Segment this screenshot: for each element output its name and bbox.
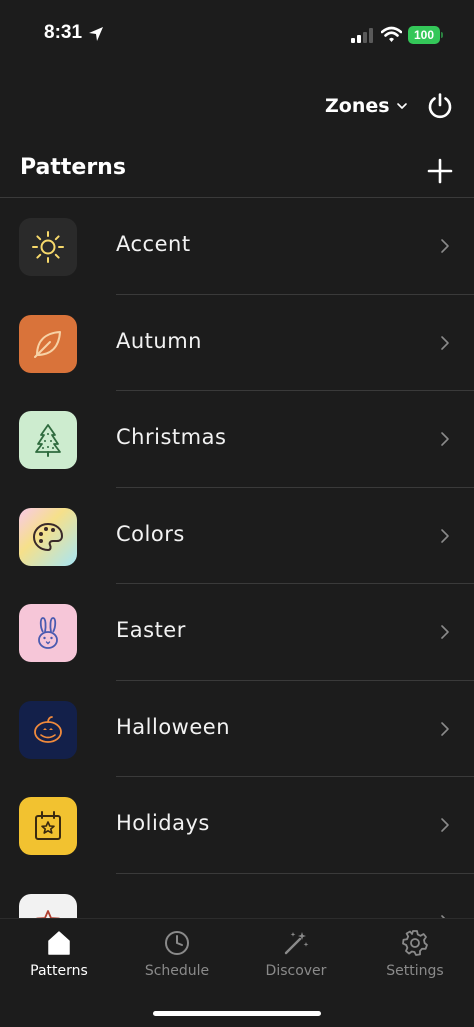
home-indicator [153,1011,321,1016]
pattern-label: Holidays [116,811,210,835]
pattern-icon-tile [19,604,77,662]
gear-icon [402,930,428,956]
pattern-row-christmas[interactable]: Christmas [0,391,474,488]
pattern-label: Easter [116,618,186,642]
add-pattern-button[interactable] [427,158,453,184]
zones-dropdown[interactable]: Zones [325,92,408,120]
pattern-icon-tile [19,314,77,373]
pattern-icon-tile [19,893,77,918]
chevron-right-icon [441,625,449,639]
tab-label: Patterns [30,963,88,979]
pattern-icon-tile [19,218,77,276]
power-button[interactable] [426,92,454,120]
pattern-icon-tile [19,700,77,759]
chevron-down-icon [396,103,407,109]
tab-label: Settings [386,963,444,979]
tab-label: Discover [265,963,327,979]
pattern-list[interactable]: Accent Autumn Christmas Colors Easter Ha… [0,198,474,918]
pumpkin-icon [34,715,62,743]
leaf-icon [34,330,61,358]
tab-schedule[interactable]: Schedule [118,929,236,985]
pattern-row-accent[interactable]: Accent [0,198,474,295]
pattern-icon-tile [19,507,77,566]
tab-patterns[interactable]: Patterns [0,929,118,985]
pattern-row-partial[interactable] [0,874,474,918]
chevron-right-icon [441,818,449,832]
magic-wand-icon [284,932,309,955]
chevron-right-icon [441,239,449,253]
zones-label: Zones [325,95,390,117]
chevron-right-icon [441,335,449,350]
status-bar: 8:31 100 [0,0,474,70]
wifi-icon [381,26,402,42]
pattern-icon-tile [19,797,77,855]
status-time: 8:31 [44,22,83,43]
pattern-row-easter[interactable]: Easter [0,584,474,681]
location-icon [89,27,103,41]
pattern-row-colors[interactable]: Colors [0,488,474,584]
sun-icon [32,231,64,263]
pattern-row-holidays[interactable]: Holidays [0,777,474,874]
home-icon [48,931,70,955]
battery-nub [441,32,443,38]
pattern-label: Colors [116,521,185,546]
pattern-label: Christmas [116,425,227,449]
chevron-right-icon [441,721,449,736]
pattern-icon-tile [19,411,77,469]
pattern-label: Halloween [116,714,231,739]
tab-settings[interactable]: Settings [356,929,474,985]
tree-icon [35,424,61,457]
bunny-icon [38,617,58,649]
battery-icon: 100 [408,26,440,44]
signal-icon [351,28,373,43]
tab-label: Schedule [144,963,210,979]
chevron-right-icon [441,528,449,543]
clock-icon [165,931,189,955]
star-icon [36,909,60,918]
calendar-star-icon [35,811,61,840]
chevron-right-icon [441,432,449,446]
pattern-label: Accent [116,232,191,256]
pattern-row-halloween[interactable]: Halloween [0,681,474,777]
palette-icon [33,522,63,551]
tab-discover[interactable]: Discover [237,929,355,985]
pattern-row-autumn[interactable]: Autumn [0,295,474,391]
page-title: Patterns [20,155,126,180]
pattern-label: Autumn [116,328,202,353]
